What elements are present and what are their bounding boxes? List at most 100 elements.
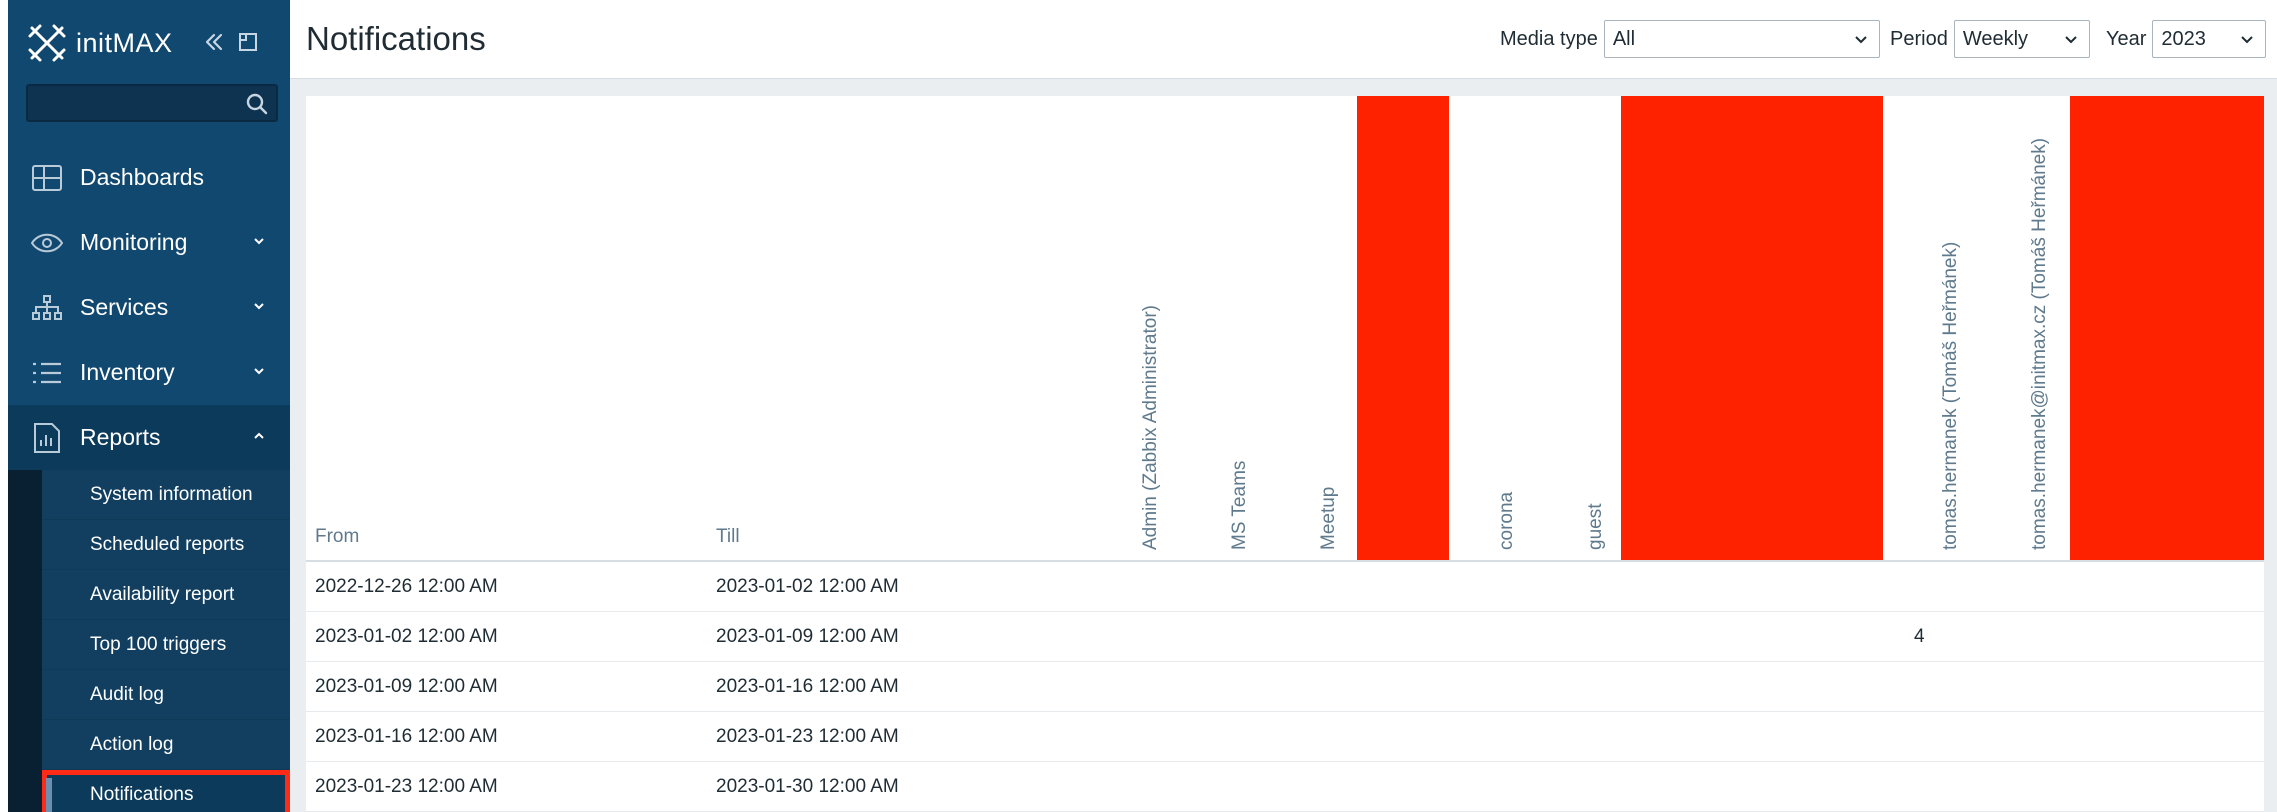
year-select[interactable]: 2023 bbox=[2152, 20, 2267, 58]
cell-from: 2023-01-02 12:00 AM bbox=[315, 626, 498, 647]
page-title: Notifications bbox=[306, 20, 486, 57]
report-icon bbox=[30, 421, 64, 455]
menu-label: Monitoring bbox=[80, 229, 188, 255]
table-row: 2023-01-23 12:00 AM 2023-01-30 12:00 AM bbox=[306, 762, 2264, 812]
submenu-item-action-log[interactable]: Action log bbox=[42, 720, 290, 770]
table-row: 2023-01-16 12:00 AM 2023-01-23 12:00 AM bbox=[306, 712, 2264, 762]
submenu-item-top-100-triggers[interactable]: Top 100 triggers bbox=[42, 620, 290, 670]
submenu-item-scheduled-reports[interactable]: Scheduled reports bbox=[42, 520, 290, 570]
cell-till: 2023-01-16 12:00 AM bbox=[716, 676, 899, 697]
cell-from: 2023-01-09 12:00 AM bbox=[315, 676, 498, 697]
cell-count: 4 bbox=[1914, 626, 1925, 647]
menu-item-reports[interactable]: Reports bbox=[8, 405, 290, 470]
brand-name: initMAX bbox=[76, 27, 173, 58]
chevron-up-icon bbox=[254, 432, 264, 439]
column-header-text: Admin (Zabbix Administrator) bbox=[1140, 305, 1161, 550]
table-row: 2023-01-09 12:00 AM 2023-01-16 12:00 AM bbox=[306, 662, 2264, 712]
submenu-strip bbox=[8, 470, 42, 812]
menu-item-monitoring[interactable]: Monitoring bbox=[8, 210, 290, 275]
cell-till: 2023-01-23 12:00 AM bbox=[716, 726, 899, 747]
period-filter: Period Weekly bbox=[1890, 20, 2090, 58]
submenu-item-notifications[interactable]: Notifications bbox=[42, 770, 290, 812]
submenu-item-audit-log[interactable]: Audit log bbox=[42, 670, 290, 720]
chevron-down-icon bbox=[254, 303, 264, 310]
submenu-item-availability-report[interactable]: Availability report bbox=[42, 570, 290, 620]
menu-label: Dashboards bbox=[80, 164, 205, 190]
table-row: 2023-01-02 12:00 AM 2023-01-09 12:00 AM … bbox=[306, 612, 2264, 662]
column-header-text: tomas.hermanek (Tomáš Heřmánek) bbox=[1940, 241, 1961, 550]
column-header-text: corona bbox=[1496, 491, 1517, 550]
dashboard-icon bbox=[30, 161, 64, 195]
eye-icon bbox=[30, 226, 64, 260]
column-header-text: MS Teams bbox=[1229, 460, 1250, 550]
submenu-item-system-information[interactable]: System information bbox=[42, 470, 290, 520]
search-icon[interactable] bbox=[244, 91, 270, 117]
submenu-label: Notifications bbox=[90, 783, 194, 805]
media-type-select[interactable]: All bbox=[1603, 20, 1880, 58]
highlight-block bbox=[1621, 96, 1883, 560]
collapse-sidebar-icon[interactable] bbox=[200, 28, 228, 56]
chevron-down-icon bbox=[254, 238, 264, 245]
chevron-down-icon bbox=[254, 368, 264, 375]
period-select[interactable]: Weekly bbox=[1953, 20, 2090, 58]
column-header-meetup: Meetup bbox=[1309, 100, 1349, 550]
year-value: 2023 bbox=[2161, 27, 2206, 50]
main-menu: Dashboards Monitoring Services Inventory bbox=[8, 145, 290, 812]
menu-item-dashboards[interactable]: Dashboards bbox=[8, 145, 290, 210]
brand[interactable]: initMAX bbox=[26, 20, 173, 66]
chevron-down-icon bbox=[1855, 36, 1867, 44]
column-header-corona: corona bbox=[1487, 100, 1527, 550]
menu-label: Services bbox=[80, 294, 169, 320]
period-value: Weekly bbox=[1962, 27, 2029, 50]
kiosk-mode-icon[interactable] bbox=[234, 28, 262, 56]
column-header-text: Meetup bbox=[1318, 486, 1339, 550]
submenu-label: Action log bbox=[90, 733, 174, 755]
sidebar: initMAX Dashboards Monitoring Services I… bbox=[8, 0, 290, 812]
cell-till: 2023-01-30 12:00 AM bbox=[716, 776, 899, 797]
year-label: Year bbox=[2106, 27, 2147, 50]
window-edge bbox=[0, 0, 8, 812]
sidebar-search[interactable] bbox=[26, 84, 278, 122]
column-header-from[interactable]: From bbox=[315, 526, 359, 548]
media-type-label: Media type bbox=[1500, 27, 1598, 50]
submenu-label: System information bbox=[90, 483, 253, 505]
notifications-table: From Till Admin (Zabbix Administrator) M… bbox=[306, 96, 2264, 812]
media-type-value: All bbox=[1612, 27, 1636, 50]
column-header-text: tomas.hermanek@initmax.cz (Tomáš Heřmáne… bbox=[2029, 137, 2050, 550]
menu-item-services[interactable]: Services bbox=[8, 275, 290, 340]
table-header: From Till Admin (Zabbix Administrator) M… bbox=[306, 96, 2264, 562]
search-input[interactable] bbox=[28, 86, 240, 122]
column-header-till[interactable]: Till bbox=[716, 526, 740, 548]
media-type-filter: Media type All bbox=[1500, 20, 1880, 58]
page-header: Notifications Media type All Period Week… bbox=[290, 0, 2277, 79]
cell-till: 2023-01-02 12:00 AM bbox=[716, 576, 899, 597]
submenu-label: Scheduled reports bbox=[90, 533, 245, 555]
menu-label: Reports bbox=[80, 424, 161, 450]
cell-from: 2023-01-16 12:00 AM bbox=[315, 726, 498, 747]
year-filter: Year 2023 bbox=[2106, 20, 2267, 58]
hierarchy-icon bbox=[30, 291, 64, 325]
column-header-text: guest bbox=[1585, 503, 1606, 550]
cell-from: 2022-12-26 12:00 AM bbox=[315, 576, 498, 597]
column-header-tomas-email: tomas.hermanek@initmax.cz (Tomáš Heřmáne… bbox=[2020, 100, 2060, 550]
chevron-down-icon bbox=[2065, 36, 2077, 44]
menu-label: Inventory bbox=[80, 359, 175, 385]
column-header-ms-teams: MS Teams bbox=[1220, 100, 1260, 550]
submenu-label: Audit log bbox=[90, 683, 164, 705]
column-header-admin: Admin (Zabbix Administrator) bbox=[1131, 100, 1171, 550]
chevron-down-icon bbox=[2241, 36, 2254, 44]
initmax-logo-icon bbox=[28, 24, 66, 62]
reports-submenu: System information Scheduled reports Ava… bbox=[8, 470, 290, 812]
list-icon bbox=[30, 356, 64, 390]
highlight-block bbox=[1357, 96, 1449, 560]
highlight-block bbox=[2070, 96, 2264, 560]
column-header-tomas-hermanek: tomas.hermanek (Tomáš Heřmánek) bbox=[1931, 100, 1971, 550]
cell-till: 2023-01-09 12:00 AM bbox=[716, 626, 899, 647]
column-header-guest: guest bbox=[1576, 100, 1616, 550]
period-label: Period bbox=[1890, 27, 1948, 50]
cell-from: 2023-01-23 12:00 AM bbox=[315, 776, 498, 797]
menu-item-inventory[interactable]: Inventory bbox=[8, 340, 290, 405]
submenu-label: Availability report bbox=[90, 583, 235, 605]
table-row: 2022-12-26 12:00 AM 2023-01-02 12:00 AM bbox=[306, 562, 2264, 612]
submenu-label: Top 100 triggers bbox=[90, 633, 227, 655]
